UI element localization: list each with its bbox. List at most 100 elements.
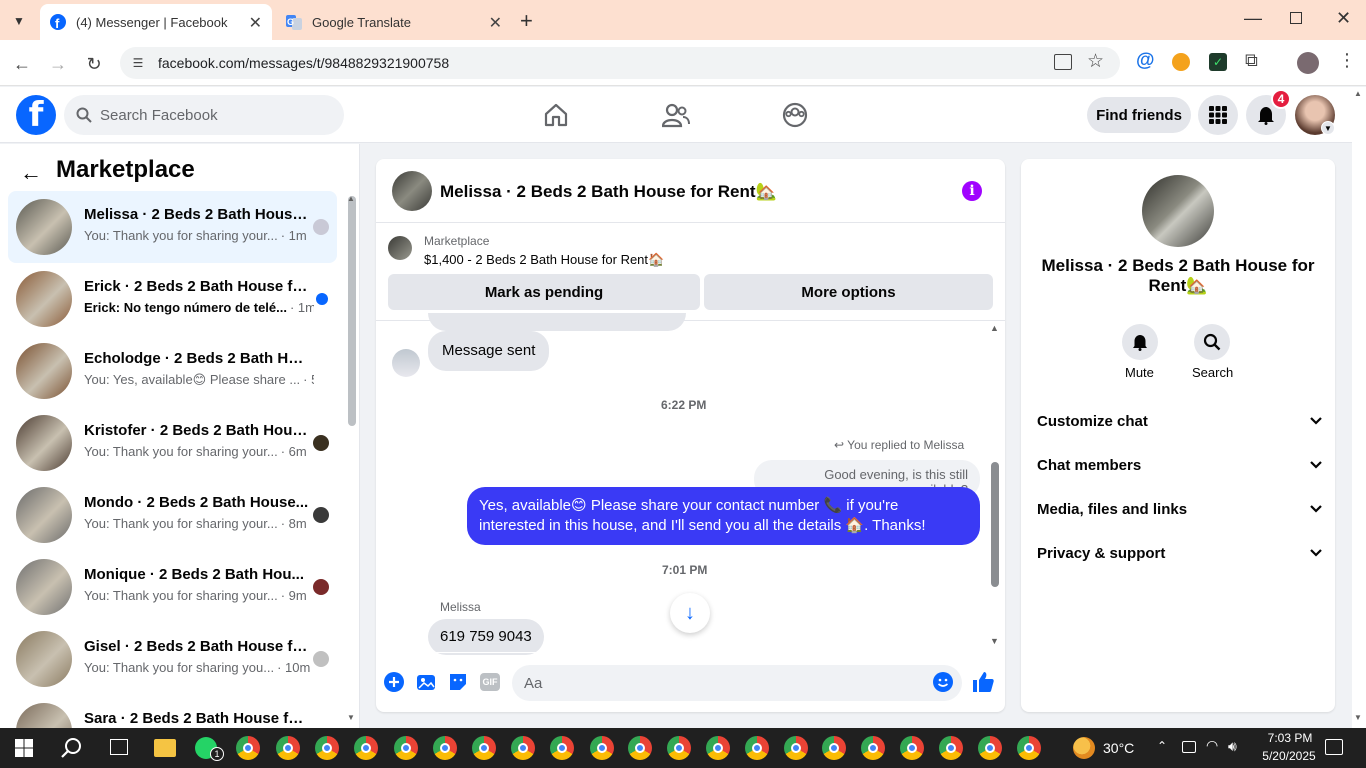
chat-scrollbar[interactable] bbox=[991, 462, 999, 587]
chrome-profile-icon[interactable] bbox=[745, 736, 769, 760]
new-tab-button[interactable]: + bbox=[520, 8, 533, 34]
conversation-item[interactable]: Echolodge · 2 Beds 2 Bath Hous... You: Ye… bbox=[8, 335, 337, 407]
extension-orange-icon[interactable] bbox=[1172, 53, 1190, 71]
weather-icon[interactable] bbox=[1073, 737, 1095, 759]
their-message-bubble[interactable]: 619 759 9043 bbox=[428, 619, 544, 655]
show-hidden-icons[interactable]: ⌃ bbox=[1157, 739, 1167, 753]
listing-thumbnail[interactable] bbox=[388, 236, 412, 260]
conversation-item[interactable]: Mondo · 2 Beds 2 Bath House... You: Thank… bbox=[8, 479, 337, 551]
scroll-up-icon[interactable]: ▲ bbox=[347, 194, 355, 203]
chrome-profile-icon[interactable] bbox=[550, 736, 574, 760]
volume-icon[interactable]: 🔊︎ bbox=[1228, 738, 1237, 755]
listing-title[interactable]: $1,400 - 2 Beds 2 Bath House for Rent🏠 bbox=[424, 252, 664, 268]
details-section-media-files-and-links[interactable]: Media, files and links bbox=[1037, 487, 1323, 531]
url-field[interactable]: facebook.com/messages/t/9848829321900758 bbox=[120, 47, 1120, 79]
conversation-item[interactable]: Monique · 2 Beds 2 Bath Hou... You: Thank… bbox=[8, 551, 337, 623]
extension-green-icon[interactable]: ✓ bbox=[1209, 53, 1227, 71]
browser-menu-icon[interactable]: ⋮ bbox=[1338, 50, 1356, 71]
minimize-icon[interactable]: — bbox=[1244, 8, 1262, 29]
scroll-up-icon[interactable]: ▲ bbox=[990, 323, 999, 333]
temperature-text[interactable]: 30°C bbox=[1103, 740, 1134, 756]
chrome-profile-icon[interactable] bbox=[822, 736, 846, 760]
file-explorer-icon[interactable] bbox=[154, 739, 176, 757]
menu-grid-button[interactable] bbox=[1198, 95, 1238, 135]
chrome-profile-icon[interactable] bbox=[276, 736, 300, 760]
scroll-up-icon[interactable]: ▲ bbox=[1354, 89, 1362, 98]
reload-icon[interactable]: ↻ bbox=[82, 52, 106, 76]
back-arrow-icon[interactable]: ← bbox=[20, 160, 42, 186]
chrome-profile-icon[interactable] bbox=[978, 736, 1002, 760]
profile-avatar-icon[interactable] bbox=[1297, 52, 1319, 74]
more-options-button[interactable]: More options bbox=[704, 274, 993, 310]
chrome-profile-icon[interactable] bbox=[939, 736, 963, 760]
chrome-profile-icon[interactable] bbox=[784, 736, 808, 760]
chrome-profile-icon[interactable] bbox=[706, 736, 730, 760]
restore-icon[interactable] bbox=[1290, 12, 1302, 24]
bookmark-star-icon[interactable]: ☆ bbox=[1087, 50, 1104, 73]
search-chat-button[interactable] bbox=[1194, 324, 1230, 360]
sticker-icon[interactable] bbox=[447, 671, 469, 693]
scroll-down-icon[interactable]: ▼ bbox=[990, 636, 999, 646]
network-device-icon[interactable] bbox=[1182, 741, 1196, 753]
conversation-item[interactable]: Gisel · 2 Beds 2 Bath House fo... You: Th… bbox=[8, 623, 337, 695]
search-icon[interactable] bbox=[61, 737, 83, 764]
chat-title[interactable]: Melissa · 2 Beds 2 Bath House for Rent🏡 bbox=[440, 182, 777, 202]
tab-google-translate[interactable]: G Google Translate ✕ bbox=[276, 4, 512, 40]
site-info-icon[interactable]: ☰ bbox=[130, 55, 146, 71]
chrome-profile-icon[interactable] bbox=[433, 736, 457, 760]
chrome-profile-icon[interactable] bbox=[315, 736, 339, 760]
conversation-item[interactable]: Melissa · 2 Beds 2 Bath House... You: Tha… bbox=[8, 191, 337, 263]
chrome-profile-icon[interactable] bbox=[590, 736, 614, 760]
details-section-chat-members[interactable]: Chat members bbox=[1037, 443, 1323, 487]
chrome-profile-icon[interactable] bbox=[354, 736, 378, 760]
conversation-item[interactable]: Erick · 2 Beds 2 Bath House for... Erick:… bbox=[8, 263, 337, 335]
tab-search-dropdown[interactable]: ▼ bbox=[8, 10, 30, 32]
details-section-customize-chat[interactable]: Customize chat bbox=[1037, 399, 1323, 443]
clock-date[interactable]: 5/20/2025 bbox=[1257, 749, 1321, 763]
chrome-profile-icon[interactable] bbox=[511, 736, 535, 760]
close-tab-icon[interactable]: ✕ bbox=[489, 13, 502, 33]
task-view-icon[interactable] bbox=[110, 739, 128, 755]
scroll-to-bottom-button[interactable]: ↓ bbox=[670, 593, 710, 633]
facebook-logo-icon[interactable]: f bbox=[16, 95, 56, 135]
extension-at-icon[interactable]: @ bbox=[1136, 50, 1155, 72]
message-input[interactable]: Aa bbox=[512, 665, 962, 701]
forward-icon[interactable]: → bbox=[46, 52, 70, 76]
clock-time[interactable]: 7:03 PM bbox=[1260, 731, 1320, 745]
install-app-icon[interactable] bbox=[1054, 54, 1072, 70]
chrome-profile-icon[interactable] bbox=[628, 736, 652, 760]
extensions-puzzle-icon[interactable]: ⧉ bbox=[1245, 50, 1258, 71]
melissa-avatar[interactable] bbox=[392, 349, 420, 377]
back-icon[interactable]: ← bbox=[10, 52, 34, 76]
plus-circle-icon[interactable] bbox=[383, 671, 405, 693]
chat-avatar[interactable] bbox=[392, 171, 432, 211]
chrome-profile-icon[interactable] bbox=[1017, 736, 1041, 760]
gif-icon[interactable]: GIF bbox=[479, 671, 501, 693]
friends-icon[interactable] bbox=[660, 99, 692, 131]
mute-button[interactable] bbox=[1122, 324, 1158, 360]
windows-start-icon[interactable] bbox=[15, 739, 33, 762]
details-avatar[interactable] bbox=[1142, 175, 1214, 247]
sidebar-scrollbar[interactable] bbox=[348, 196, 356, 426]
info-icon[interactable]: i bbox=[962, 181, 982, 201]
chrome-profile-icon[interactable] bbox=[900, 736, 924, 760]
chrome-profile-icon[interactable] bbox=[236, 736, 260, 760]
chrome-profile-icon[interactable] bbox=[667, 736, 691, 760]
notification-center-icon[interactable] bbox=[1325, 739, 1343, 755]
account-chevron-icon[interactable]: ▼ bbox=[1321, 121, 1335, 135]
scroll-down-icon[interactable]: ▼ bbox=[347, 713, 355, 722]
like-thumb-icon[interactable] bbox=[972, 671, 994, 693]
photo-icon[interactable] bbox=[415, 671, 437, 693]
scroll-down-icon[interactable]: ▼ bbox=[1354, 713, 1362, 722]
wifi-icon[interactable]: ◠ bbox=[1206, 737, 1218, 754]
my-message-bubble[interactable]: Yes, available😊 Please share your contac… bbox=[467, 487, 980, 545]
mark-as-pending-button[interactable]: Mark as pending bbox=[388, 274, 700, 310]
chrome-profile-icon[interactable] bbox=[861, 736, 885, 760]
details-section-privacy-support[interactable]: Privacy & support bbox=[1037, 531, 1323, 575]
home-icon[interactable] bbox=[540, 99, 572, 131]
groups-icon[interactable] bbox=[779, 99, 811, 131]
tab-messenger[interactable]: f (4) Messenger | Facebook ✕ bbox=[40, 4, 272, 40]
facebook-search-input[interactable]: Search Facebook bbox=[64, 95, 344, 135]
find-friends-button[interactable]: Find friends bbox=[1087, 97, 1191, 133]
conversation-item[interactable]: Kristofer · 2 Beds 2 Bath Hous... You: Th… bbox=[8, 407, 337, 479]
